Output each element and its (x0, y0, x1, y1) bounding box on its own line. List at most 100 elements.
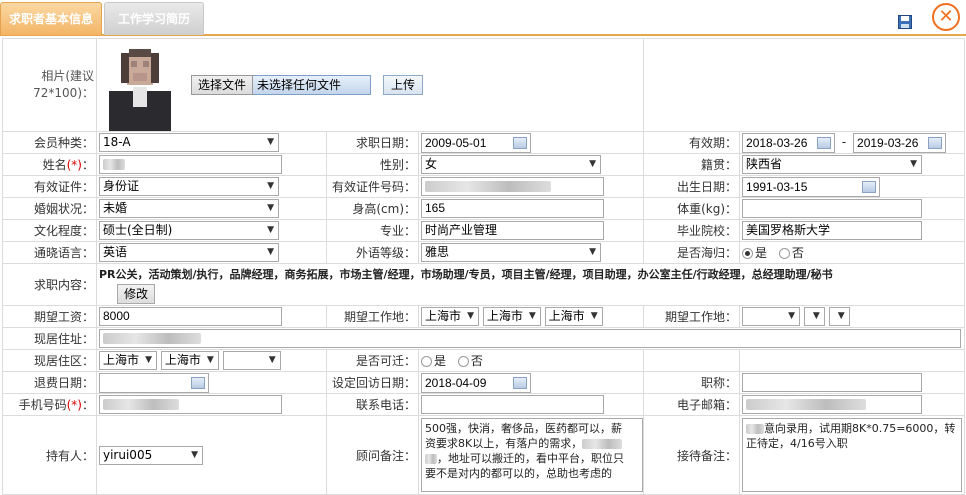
place2-district-select[interactable]: ▼ (828, 307, 850, 326)
salary-input[interactable]: 8000 (99, 307, 282, 326)
title-label: 职称： (643, 371, 741, 394)
major-label: 专业： (326, 219, 419, 242)
gender-select[interactable]: 女 ▼ (421, 155, 601, 174)
id-number-label: 有效证件号码： (326, 175, 419, 198)
applicant-photo (103, 39, 177, 131)
language-select[interactable]: 英语 ▼ (99, 243, 279, 262)
choose-file-button[interactable]: 选择文件 (191, 75, 254, 95)
returnee-yes-radio[interactable] (742, 248, 754, 259)
phone-input[interactable] (421, 395, 604, 414)
calendar-icon (513, 376, 527, 389)
place2-label: 期望工作地： (643, 305, 741, 328)
language-label: 通晓语言： (2, 241, 97, 264)
place2-province-select[interactable]: ▼ (742, 307, 801, 326)
email-label: 电子邮箱： (643, 393, 741, 416)
mobile-input[interactable] (99, 395, 282, 414)
holder-label: 持有人： (2, 415, 97, 495)
close-icon[interactable]: ✕ (932, 3, 960, 31)
name-input[interactable] (99, 155, 282, 174)
height-input[interactable]: 165 (421, 199, 604, 218)
validity-from-input[interactable]: 2018-03-26 (742, 132, 836, 153)
no-file-text: 未选择任何文件 (253, 75, 372, 95)
area-district-select[interactable]: ▼ (222, 351, 281, 370)
calendar-icon (862, 180, 877, 193)
validity-separator: - (841, 135, 847, 149)
marital-label: 婚姻状况： (2, 197, 97, 220)
place2-city-select[interactable]: ▼ (803, 307, 825, 326)
address-input[interactable] (99, 329, 961, 348)
birth-input[interactable]: 1991-03-15 (742, 176, 881, 197)
holder-select[interactable]: yirui005 ▼ (99, 445, 203, 465)
gender-label: 性别： (326, 153, 419, 176)
reception-note-textarea[interactable]: 意向录用，试用期8K*0.75=6000，转 正待定，4/16号入职 (742, 418, 963, 492)
relocate-no-radio[interactable] (457, 356, 469, 367)
area-city-select[interactable]: 上海市 ▼ (160, 351, 219, 370)
major-input[interactable]: 时尚产业管理 (421, 221, 604, 240)
validity-to-input[interactable]: 2019-03-26 (853, 132, 947, 153)
id-type-label: 有效证件： (2, 175, 97, 198)
refund-date-input[interactable] (99, 372, 209, 393)
returnee-no-radio[interactable] (778, 248, 790, 259)
origin-label: 籍贯： (643, 153, 741, 176)
modify-button[interactable]: 修改 (117, 284, 156, 304)
area-label: 现居住区： (2, 349, 97, 372)
height-label: 身高(cm)： (326, 197, 419, 220)
foreign-level-label: 外语等级： (326, 241, 419, 264)
relocate-label: 是否可迁： (326, 349, 419, 372)
education-label: 文化程度： (2, 219, 97, 242)
calendar-icon (817, 136, 832, 149)
tab-work-resume[interactable]: 工作学习简历 (104, 2, 204, 35)
photo-empty (643, 38, 966, 132)
visit-date-label: 设定回访日期： (326, 371, 419, 394)
title-input[interactable] (742, 373, 923, 392)
email-input[interactable] (742, 395, 923, 414)
validity-label: 有效期： (643, 131, 741, 154)
place-city-select[interactable]: 上海市 ▼ (482, 307, 541, 326)
refund-date-label: 退费日期： (2, 371, 97, 394)
reception-note-label: 接待备注： (643, 415, 741, 495)
salary-label: 期望工资： (2, 305, 97, 328)
applicant-form: 相片(建议72*100)： 选择文件 未选择任何文件 上传 会员种类： 18-A… (2, 38, 966, 495)
school-label: 毕业院校： (643, 219, 741, 242)
relocate-yes-label: 是 (434, 354, 447, 368)
origin-select[interactable]: 陕西省 ▼ (742, 155, 923, 174)
birth-label: 出生日期： (643, 175, 741, 198)
relocate-yes-radio[interactable] (421, 356, 432, 367)
job-content-text: PR公关，活动策划/执行，品牌经理，商务拓展，市场主管/经理，市场助理/专员，项… (99, 268, 833, 281)
weight-label: 体重(kg)： (643, 197, 741, 220)
save-icon[interactable] (898, 15, 912, 29)
returnee-no-label: 否 (791, 246, 804, 260)
address-label: 现居住址： (2, 327, 97, 350)
id-number-input[interactable] (421, 177, 604, 196)
photo-cell: 选择文件 未选择任何文件 上传 (95, 38, 645, 132)
job-date-label: 求职日期： (326, 131, 419, 154)
job-content-label: 求职内容： (2, 263, 97, 306)
place-district-select[interactable]: 上海市 ▼ (544, 307, 603, 326)
returnee-yes-label: 是 (755, 246, 768, 260)
job-date-input[interactable]: 2009-05-01 (421, 132, 531, 153)
calendar-icon (928, 136, 943, 149)
tab-basic-info[interactable]: 求职者基本信息 (0, 2, 102, 35)
relocate-no-label: 否 (470, 354, 483, 368)
visit-date-input[interactable]: 2018-04-09 (421, 372, 531, 393)
weight-input[interactable] (742, 199, 923, 218)
mobile-label: 手机号码(*)： (2, 393, 97, 416)
id-type-select[interactable]: 身份证 ▼ (99, 177, 279, 196)
school-input[interactable]: 美国罗格斯大学 (742, 221, 923, 240)
calendar-icon (513, 136, 527, 149)
tab-bar: 求职者基本信息 工作学习简历 ✕ (0, 0, 966, 36)
marital-select[interactable]: 未婚 ▼ (99, 199, 279, 218)
photo-label: 相片(建议72*100)： (2, 38, 97, 132)
place-province-select[interactable]: 上海市 ▼ (421, 307, 479, 326)
consultant-note-textarea[interactable]: 500强，快消，奢侈品，医药都可以，薪 资要求8K以上，有落户的需求， ，地址可… (421, 418, 643, 492)
member-type-label: 会员种类： (2, 131, 97, 154)
area-province-select[interactable]: 上海市 ▼ (99, 351, 157, 370)
calendar-icon (191, 376, 205, 389)
foreign-level-select[interactable]: 雅思 ▼ (421, 243, 601, 262)
name-label: 姓名(*)： (2, 153, 97, 176)
member-type-select[interactable]: 18-A ▼ (99, 133, 279, 152)
upload-button[interactable]: 上传 (383, 75, 424, 95)
consultant-note-label: 顾问备注： (326, 415, 419, 495)
place-label: 期望工作地： (326, 305, 419, 328)
education-select[interactable]: 硕士(全日制) ▼ (99, 221, 279, 240)
